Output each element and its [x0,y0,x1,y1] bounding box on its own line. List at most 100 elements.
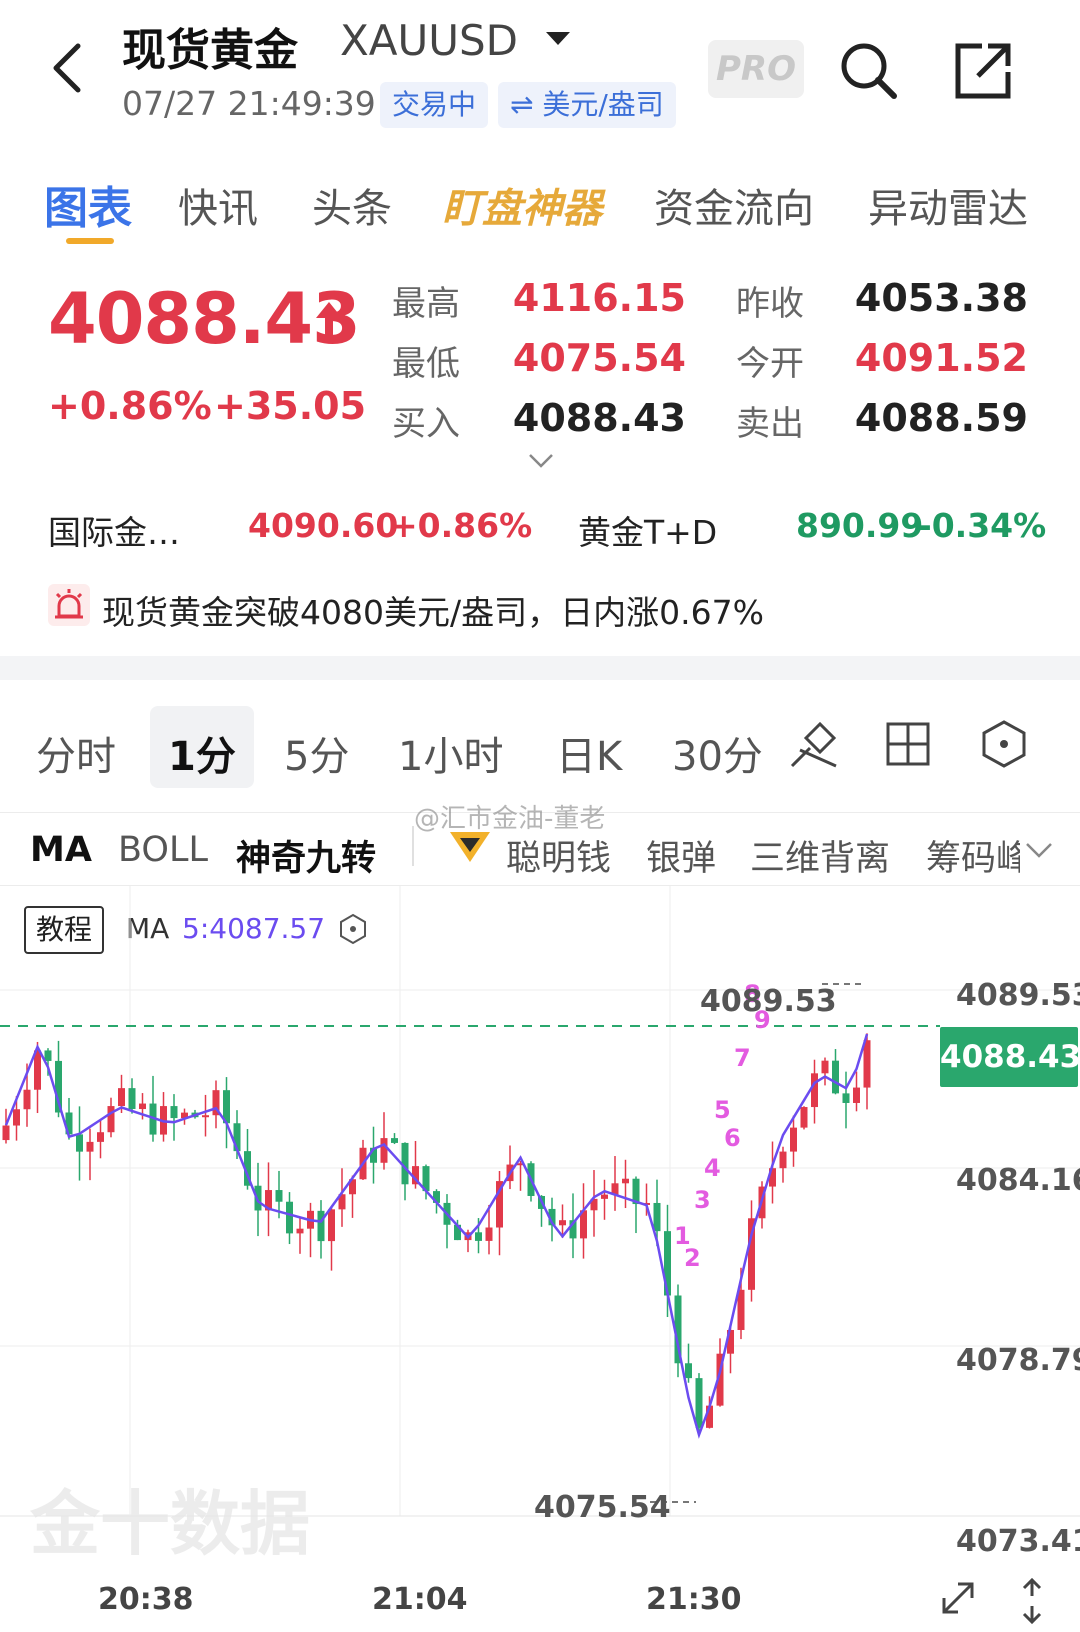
nine-turn-label: 2 [684,1244,701,1272]
user-watermark: @汇市金油-董老 [414,804,606,834]
indicator-nine-turn[interactable]: 神奇九转 [236,830,376,881]
section-divider [0,656,1080,680]
search-icon[interactable] [836,38,902,104]
candle-body [118,1088,125,1107]
up-arrow-icon [316,302,342,338]
candle-body [737,1289,745,1330]
related-td-name[interactable]: 黄金T+D [578,506,717,554]
candle-body [44,1050,52,1061]
y-tick-label: 4084.16 [956,1163,1080,1198]
high-label: 最高 [392,284,460,324]
drawing-tool-icon[interactable] [786,716,842,772]
tab-headlines[interactable]: 头条 [312,176,392,234]
period-1min[interactable]: 1分 [168,724,236,782]
open-label: 今开 [736,344,804,384]
candle-body [695,1378,703,1428]
candle-body [296,1228,304,1234]
candle-body [863,1040,871,1088]
period-daily[interactable]: 日K [556,724,622,782]
change-percent: +0.86% [48,384,212,428]
pro-button[interactable]: PRO [708,40,804,98]
prev-close-label: 昨收 [736,284,804,324]
period-1hour[interactable]: 1小时 [398,724,503,782]
candle-body [170,1106,178,1119]
related-td-value: 890.99 [796,506,924,545]
tab-chart[interactable]: 图表 [44,172,132,236]
bid-value: 4088.43 [512,396,686,440]
candle-body [2,1125,10,1141]
period-30min[interactable]: 30分 [672,724,763,782]
layout-grid-icon[interactable] [880,716,936,772]
low-marker-label: 4075.54 [534,1490,671,1525]
trading-status-badge: 交易中 [380,82,489,128]
tab-active-indicator [66,238,114,244]
bid-label: 买入 [392,404,460,444]
indicator-ma[interactable]: MA [30,830,92,870]
period-timeshare[interactable]: 分时 [36,724,116,782]
current-price-tag: 4088.43 [940,1027,1080,1087]
expand-chevron-icon[interactable] [527,450,555,470]
indicator-chip-peak[interactable]: 筹码峰 [926,830,1020,881]
nine-turn-label: 4 [704,1154,721,1182]
nine-turn-label: 3 [694,1186,711,1214]
candlestick-chart[interactable]: 123456789 [0,886,1080,1566]
candle-body [800,1107,808,1128]
fullscreen-icon[interactable] [936,1576,980,1620]
indicator-3d-divergence[interactable]: 三维背离 [750,830,890,881]
candle-body [832,1060,839,1094]
y-tick-label: 4078.79 [956,1343,1080,1378]
open-value: 4091.52 [854,336,1028,380]
x-tick-label: 21:04 [372,1582,468,1617]
candle-body [128,1088,136,1110]
candle-body [685,1363,692,1379]
high-value: 4116.15 [512,276,686,320]
back-icon[interactable] [42,38,102,98]
candle-body [790,1127,797,1152]
related-intl-gold-value: 4090.60 [248,506,399,545]
y-tick-label: 4089.53 [956,978,1080,1013]
symbol-dropdown-icon[interactable] [546,32,570,45]
settings-hex-icon[interactable] [976,716,1032,772]
nine-turn-label: 5 [714,1096,731,1124]
prev-close-value: 4053.38 [854,276,1028,320]
candle-body [811,1073,818,1108]
candle-body [653,1202,661,1232]
change-absolute: +35.05 [214,384,367,428]
indicator-boll[interactable]: BOLL [118,830,208,870]
period-5min[interactable]: 5分 [284,724,349,782]
nine-turn-label: 7 [734,1044,751,1072]
quote-timestamp: 07/27 21:49:39 [122,84,376,123]
candle-body [475,1232,482,1241]
alarm-icon [48,584,90,626]
candle-body [601,1194,608,1199]
related-intl-gold-change: +0.86% [390,506,533,545]
candle-body [391,1138,398,1143]
tab-watch-tool[interactable]: 盯盘神器 [442,176,602,234]
indicator-expand-icon[interactable] [1024,840,1054,860]
candle-body [97,1132,104,1142]
candle-body [622,1178,629,1184]
instrument-symbol[interactable]: XAUUSD [340,16,518,65]
alert-headline[interactable]: 现货黄金突破4080美元/盎司，日内涨0.67% [102,586,764,634]
candle-body [842,1093,850,1103]
instrument-title: 现货黄金 [122,25,298,76]
candle-body [317,1210,325,1242]
tab-anomaly-radar[interactable]: 异动雷达 [868,176,1028,234]
related-td-change: -0.34% [918,506,1047,545]
related-intl-gold-name[interactable]: 国际金… [48,506,180,554]
candle-body [13,1109,20,1126]
vertical-scale-icon[interactable] [1010,1576,1054,1626]
candle-body [286,1201,293,1234]
candle-body [380,1138,388,1163]
tab-fund-flow[interactable]: 资金流向 [654,176,814,234]
x-tick-label: 20:38 [98,1582,194,1617]
unit-switch-badge[interactable]: ⇌ 美元/盎司 [498,82,676,128]
ask-value: 4088.59 [854,396,1028,440]
candle-body [779,1151,787,1169]
indicator-silver-bullet[interactable]: 银弹 [646,830,716,881]
tab-news-flash[interactable]: 快讯 [178,176,258,234]
candle-body [328,1209,335,1242]
indicator-smart-money[interactable]: 聪明钱 [506,830,611,881]
share-icon[interactable] [950,38,1016,104]
candle-body [485,1227,493,1241]
